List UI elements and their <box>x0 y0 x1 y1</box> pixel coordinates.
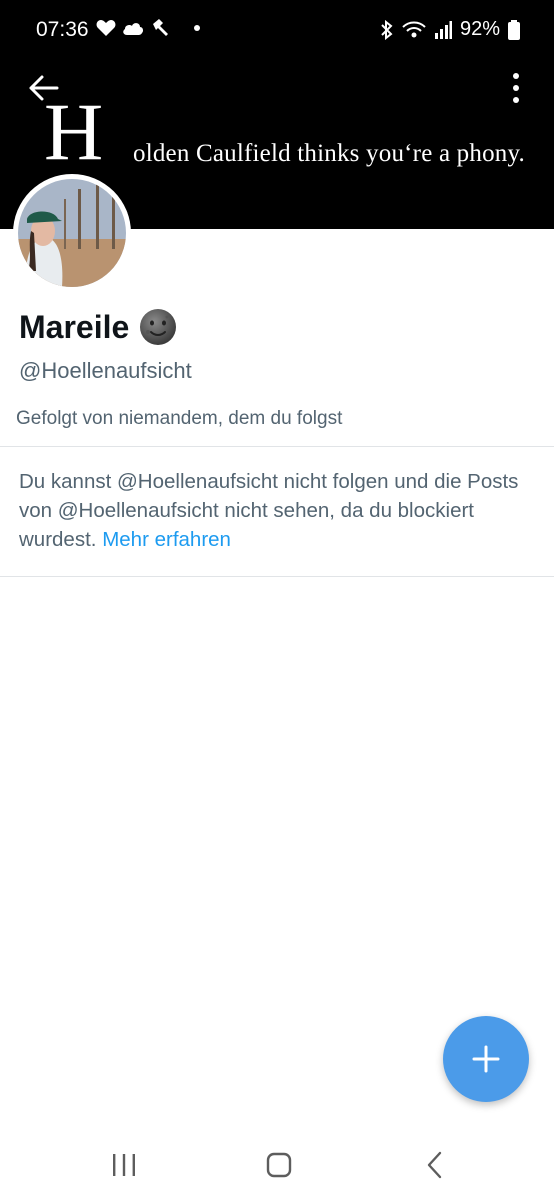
battery-percentage: 92% <box>459 18 500 40</box>
plus-icon <box>472 1045 500 1073</box>
compose-post-button[interactable] <box>443 1016 529 1102</box>
bluetooth-icon <box>381 19 393 40</box>
signal-icon <box>434 20 452 39</box>
system-navigation-bar <box>0 1130 554 1200</box>
cloud-icon <box>123 23 144 35</box>
notification-icons <box>96 18 200 38</box>
back-arrow-icon[interactable] <box>24 70 64 106</box>
display-name: Mareile <box>19 308 130 345</box>
display-name-row: Mareile <box>19 308 177 346</box>
blocked-notice: Du kannst @Hoellenaufsicht nicht folgen … <box>19 467 529 554</box>
more-options-icon[interactable] <box>504 70 528 106</box>
user-handle: @Hoellenaufsicht <box>19 358 192 383</box>
new-moon-face-icon <box>140 309 177 345</box>
wifi-icon <box>402 21 426 37</box>
status-time: 07:36 <box>36 18 89 41</box>
learn-more-link[interactable]: Mehr erfahren <box>102 528 231 551</box>
battery-icon <box>508 19 520 40</box>
back-chevron-icon[interactable] <box>424 1150 444 1180</box>
banner-quote: H olden Caulfield thinks you‘re a phony. <box>44 86 544 177</box>
heart-icon <box>96 20 116 36</box>
blocked-notice-text: Du kannst @Hoellenaufsicht nicht folgen … <box>19 470 519 551</box>
banner-caption: olden Caulfield thinks you‘re a phony. <box>133 140 526 167</box>
dot-icon <box>194 25 200 31</box>
divider <box>0 446 554 447</box>
divider <box>0 576 554 577</box>
system-icons: 92% <box>380 18 520 41</box>
banner-initial: H <box>44 86 104 177</box>
avatar-photo <box>18 179 126 287</box>
recent-apps-icon[interactable] <box>110 1152 138 1178</box>
profile-screen: H olden Caulfield thinks you‘re a phony.… <box>0 0 554 1200</box>
status-bar: 07:36 92% <box>0 0 554 60</box>
followed-by-text[interactable]: Gefolgt von niemandem, dem du folgst <box>16 408 342 430</box>
avatar[interactable] <box>13 174 131 292</box>
hammer-icon <box>153 19 168 36</box>
home-icon[interactable] <box>266 1152 292 1178</box>
